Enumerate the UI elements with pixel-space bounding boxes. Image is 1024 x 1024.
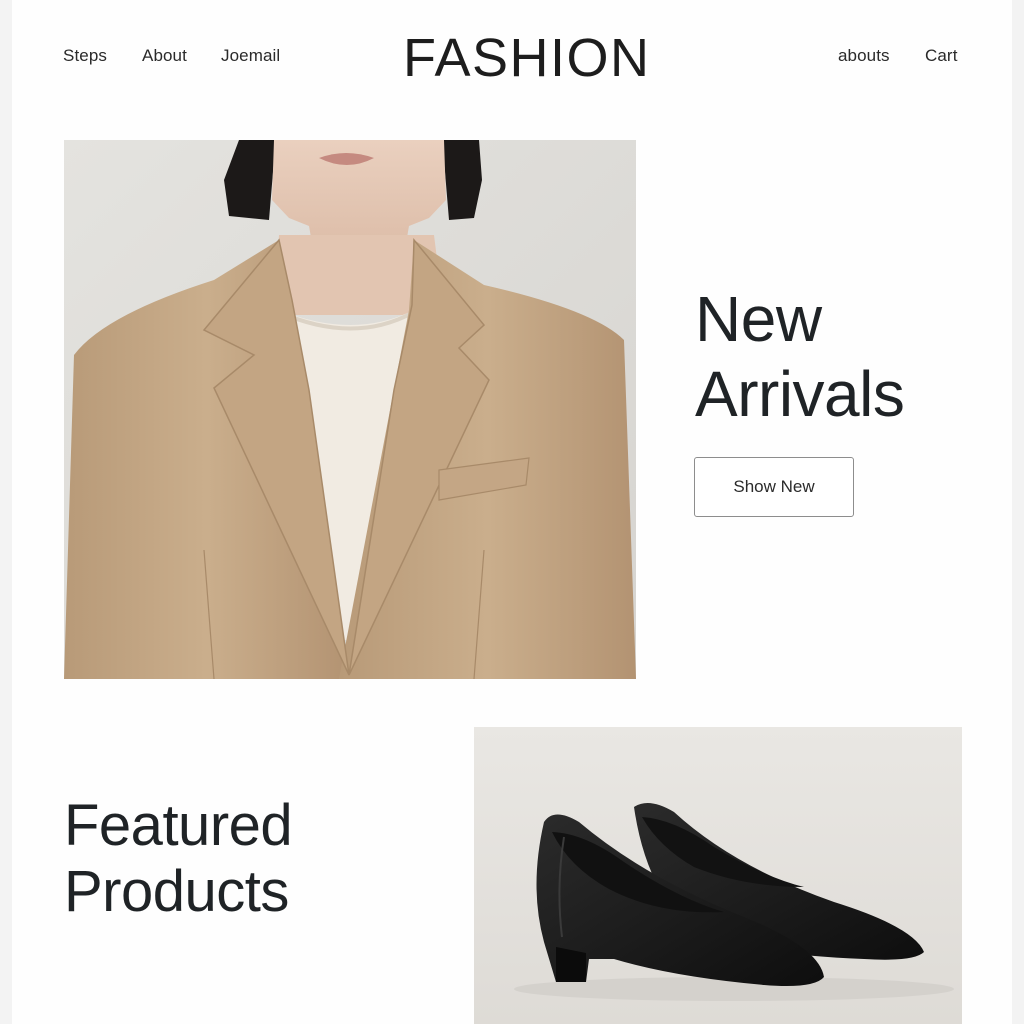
- nav-link-cart[interactable]: Cart: [925, 46, 958, 66]
- featured-title-line1: Featured: [64, 793, 293, 858]
- nav-link-steps[interactable]: Steps: [63, 46, 107, 66]
- featured-title: Featured Products: [64, 793, 293, 925]
- featured-title-line2: Products: [64, 859, 289, 924]
- featured-product-image[interactable]: [474, 727, 962, 1024]
- hero-title: New Arrivals: [695, 282, 905, 432]
- hero-model-illustration: [64, 140, 636, 679]
- shoes-illustration: [474, 727, 962, 1024]
- hero-title-line1: New: [695, 283, 822, 355]
- page: Steps About Joemail FASHION abouts Cart: [12, 0, 1012, 1024]
- nav-link-joemail[interactable]: Joemail: [221, 46, 280, 66]
- nav-link-abouts[interactable]: abouts: [838, 46, 890, 66]
- hero-image: [64, 140, 636, 679]
- show-new-button[interactable]: Show New: [694, 457, 854, 517]
- hero-title-line2: Arrivals: [695, 358, 905, 430]
- brand-logo[interactable]: FASHION: [403, 28, 653, 88]
- nav-link-about[interactable]: About: [142, 46, 187, 66]
